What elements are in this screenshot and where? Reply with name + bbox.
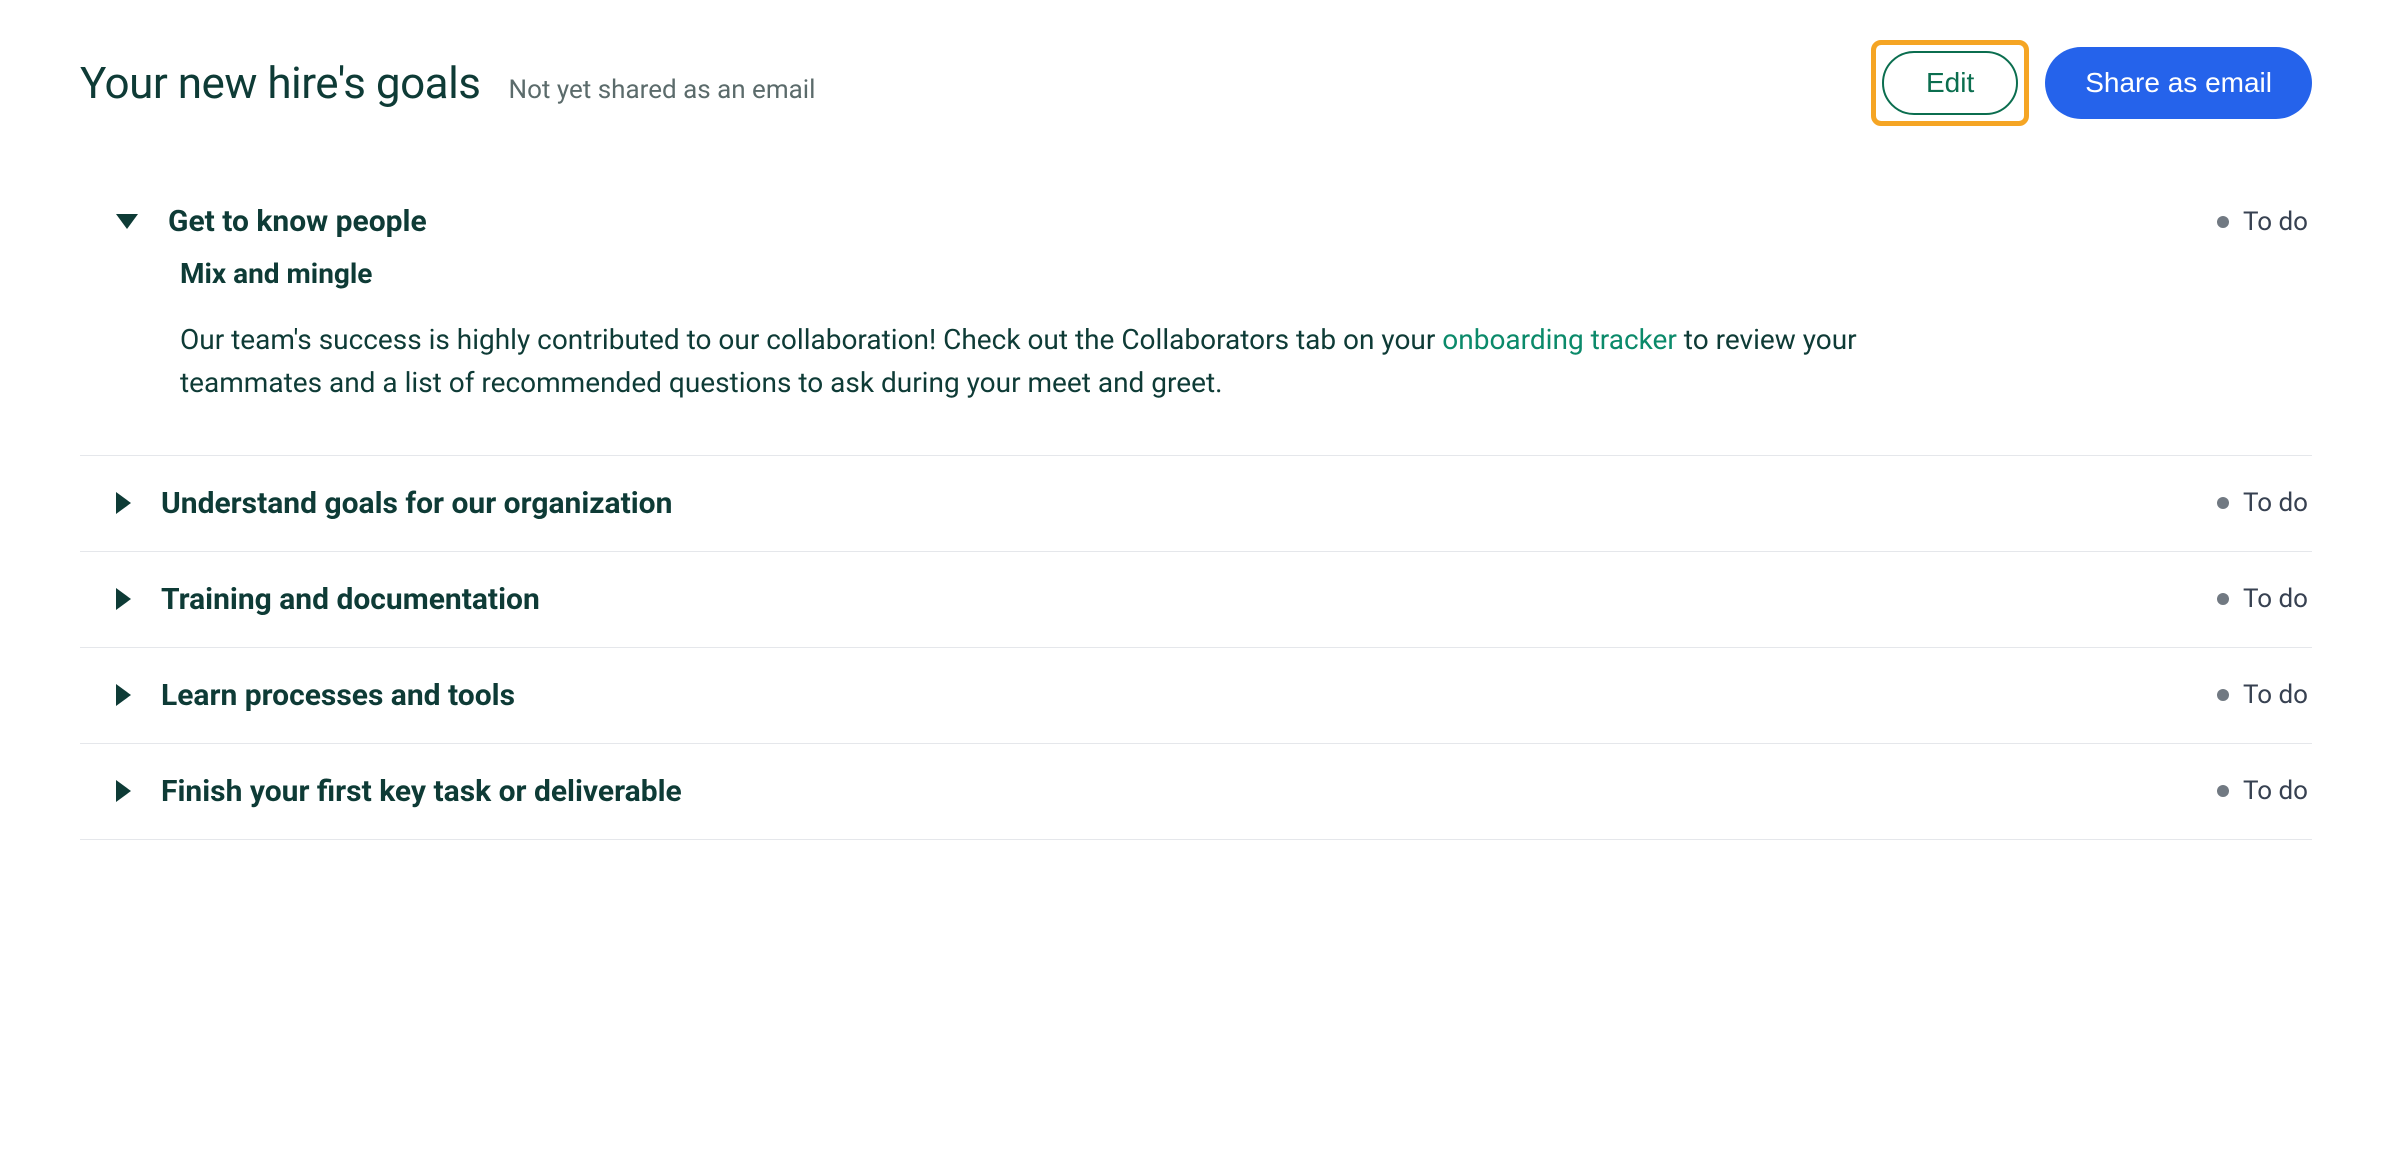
status-dot-icon	[2217, 785, 2229, 797]
goal-title: Finish your first key task or deliverabl…	[161, 774, 682, 809]
chevron-down-icon	[116, 214, 138, 229]
goal-title: Understand goals for our organization	[161, 486, 672, 521]
share-status: Not yet shared as an email	[509, 75, 816, 105]
goal-expanded-content: Mix and mingle Our team's success is hig…	[80, 239, 2312, 455]
goals-list: Get to know people To do Mix and mingle …	[80, 176, 2312, 840]
header-left: Your new hire's goals Not yet shared as …	[80, 57, 815, 109]
edit-highlight-box: Edit	[1871, 40, 2029, 126]
goal-row-left: Finish your first key task or deliverabl…	[80, 774, 682, 809]
goal-status: To do	[2217, 488, 2312, 518]
goal-row-left: Training and documentation	[80, 582, 540, 617]
chevron-right-icon	[116, 684, 131, 706]
chevron-right-icon	[116, 780, 131, 802]
goal-title: Get to know people	[168, 204, 427, 239]
status-dot-icon	[2217, 216, 2229, 228]
goal-row[interactable]: Get to know people To do	[80, 176, 2312, 239]
chevron-right-icon	[116, 588, 131, 610]
status-label: To do	[2243, 207, 2308, 237]
status-label: To do	[2243, 584, 2308, 614]
page-header: Your new hire's goals Not yet shared as …	[80, 40, 2312, 126]
goal-title: Learn processes and tools	[161, 678, 515, 713]
status-label: To do	[2243, 488, 2308, 518]
goal-sub-body-before: Our team's success is highly contributed…	[180, 323, 1442, 356]
goal-row[interactable]: Training and documentation To do	[80, 552, 2312, 648]
page-title: Your new hire's goals	[80, 57, 481, 109]
goal-row[interactable]: Finish your first key task or deliverabl…	[80, 744, 2312, 840]
status-dot-icon	[2217, 689, 2229, 701]
status-label: To do	[2243, 680, 2308, 710]
goal-row[interactable]: Understand goals for our organization To…	[80, 456, 2312, 552]
goal-title: Training and documentation	[161, 582, 540, 617]
edit-button[interactable]: Edit	[1882, 51, 2018, 115]
chevron-right-icon	[116, 492, 131, 514]
goal-row-left: Get to know people	[80, 204, 427, 239]
goal-status: To do	[2217, 584, 2312, 614]
status-dot-icon	[2217, 593, 2229, 605]
goal-row-left: Learn processes and tools	[80, 678, 515, 713]
goal-status: To do	[2217, 776, 2312, 806]
status-label: To do	[2243, 776, 2308, 806]
onboarding-tracker-link[interactable]: onboarding tracker	[1442, 323, 1677, 356]
goal-status: To do	[2217, 680, 2312, 710]
header-actions: Edit Share as email	[1871, 40, 2312, 126]
share-as-email-button[interactable]: Share as email	[2045, 47, 2312, 119]
goal-row[interactable]: Learn processes and tools To do	[80, 648, 2312, 744]
status-dot-icon	[2217, 497, 2229, 509]
goal-sub-title: Mix and mingle	[180, 257, 2312, 290]
goal-sub-body: Our team's success is highly contributed…	[180, 318, 1980, 405]
goal-status: To do	[2217, 207, 2312, 237]
goal-row-left: Understand goals for our organization	[80, 486, 672, 521]
